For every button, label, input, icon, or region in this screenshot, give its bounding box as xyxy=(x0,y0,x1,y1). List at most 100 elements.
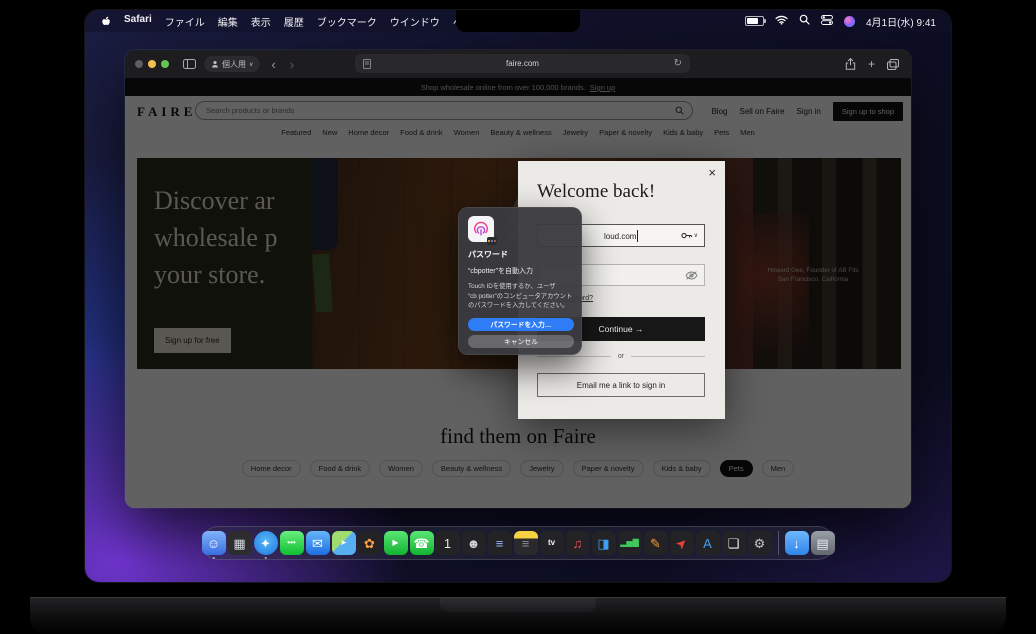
phone-glyph: ☎ xyxy=(413,537,429,550)
safari-toolbar: 個人用 ∨ ‹ › faire.com ↻ + xyxy=(125,50,911,79)
laptop-base xyxy=(30,597,1006,634)
menu-item-item-6[interactable]: ウインドウ xyxy=(390,14,440,29)
music-dock-icon[interactable]: ♫ xyxy=(566,531,590,555)
chevron-down-icon: ∨ xyxy=(249,61,253,68)
system-settings-dock-icon[interactable]: ⚙ xyxy=(748,531,772,555)
mail-glyph: ✉ xyxy=(312,537,323,550)
system-settings-glyph: ⚙ xyxy=(754,537,766,550)
url-text: faire.com xyxy=(506,59,539,68)
reminders-glyph: ≡ xyxy=(496,537,504,550)
contacts-dock-icon[interactable]: ☻ xyxy=(462,531,486,555)
apple-tv-glyph: tv xyxy=(548,539,555,547)
cancel-button[interactable]: キャンセル xyxy=(468,335,574,348)
pages-glyph: ✎ xyxy=(650,537,661,550)
forward-button[interactable]: › xyxy=(287,58,297,71)
finder-dock-icon[interactable]: ☺ xyxy=(202,531,226,555)
rocket-glyph: ➤ xyxy=(673,535,690,552)
mail-dock-icon[interactable]: ✉ xyxy=(306,531,330,555)
page-settings-icon[interactable] xyxy=(363,59,371,69)
app-store-glyph: A xyxy=(703,537,712,550)
notes-dock-icon[interactable]: ≡ xyxy=(514,531,538,555)
fingerprint-icon xyxy=(472,220,490,238)
profile-button[interactable]: 個人用 ∨ xyxy=(204,56,260,72)
copy-docs-glyph: ❏ xyxy=(728,537,740,550)
eye-slash-icon[interactable] xyxy=(685,271,698,280)
profile-label: 個人用 xyxy=(222,59,246,70)
menu-items: Safariファイル編集表示履歴ブックマークウインドウヘルプ xyxy=(124,14,483,29)
address-bar[interactable]: faire.com ↻ xyxy=(355,54,690,73)
calendar-glyph: 1 xyxy=(444,537,451,550)
photos-dock-icon[interactable]: ✿ xyxy=(358,531,382,555)
calendar-dock-icon[interactable]: 1 xyxy=(436,531,460,555)
messages-glyph: ••• xyxy=(287,539,295,547)
keynote-glyph: ◨ xyxy=(597,537,609,550)
search-icon[interactable] xyxy=(799,14,810,28)
dock-separator xyxy=(778,531,779,555)
phone-dock-icon[interactable]: ☎ xyxy=(410,531,434,555)
numbers-glyph: ▂▅▇ xyxy=(620,539,638,547)
trash-glyph: ▤ xyxy=(816,537,828,550)
new-tab-icon[interactable]: + xyxy=(868,58,875,70)
copy-docs-dock-icon[interactable]: ❏ xyxy=(722,531,746,555)
camera-notch xyxy=(456,10,580,32)
menu-bar-clock[interactable]: 4月1日(水) 9:41 xyxy=(866,14,936,29)
back-button[interactable]: ‹ xyxy=(268,58,278,71)
apple-tv-dock-icon[interactable]: tv xyxy=(540,531,564,555)
finder-glyph: ☺ xyxy=(207,537,220,550)
facetime-dock-icon[interactable]: ▶ xyxy=(384,531,408,555)
menu-bar-left: Safariファイル編集表示履歴ブックマークウインドウヘルプ xyxy=(100,14,483,29)
app-store-dock-icon[interactable]: A xyxy=(696,531,720,555)
zoom-window-button[interactable] xyxy=(161,60,169,68)
safari-running-dot xyxy=(264,557,267,560)
photos-glyph: ✿ xyxy=(364,537,375,550)
text-cursor xyxy=(637,230,638,242)
downloads-dock-icon[interactable]: ↓ xyxy=(785,531,809,555)
numbers-dock-icon[interactable]: ▂▅▇ xyxy=(618,531,642,555)
facetime-glyph: ▶ xyxy=(392,539,398,547)
tab-overview-icon[interactable] xyxy=(887,59,899,70)
passwords-key-icon[interactable]: ∨ xyxy=(681,231,698,240)
menu-item-item-2[interactable]: 編集 xyxy=(218,14,238,29)
wifi-icon[interactable] xyxy=(775,15,788,28)
minimize-window-button[interactable] xyxy=(148,60,156,68)
trash-dock-icon[interactable]: ▤ xyxy=(811,531,835,555)
messages-dock-icon[interactable]: ••• xyxy=(280,531,304,555)
close-icon[interactable]: × xyxy=(708,166,716,179)
siri-icon[interactable] xyxy=(844,16,855,27)
macbook-frame: Safariファイル編集表示履歴ブックマークウインドウヘルプ xyxy=(0,0,1036,634)
keynote-dock-icon[interactable]: ◨ xyxy=(592,531,616,555)
email-link-button[interactable]: Email me a link to sign in xyxy=(537,373,705,397)
person-icon xyxy=(211,60,219,68)
menu-bar-status: 4月1日(水) 9:41 xyxy=(745,14,936,29)
downloads-glyph: ↓ xyxy=(793,537,800,550)
safari-dock-icon[interactable]: ✦ xyxy=(254,531,278,555)
battery-icon[interactable] xyxy=(745,16,764,26)
share-icon[interactable] xyxy=(845,58,856,70)
dock: ☺ ▦ ✦ ••• ✉ ➤ ✿ ▶ ☎ 1 ☻ ≡ ≡ tv ♫ ◨ ▂▅▇ ✎ ➤ A ❏ ⚙ ↓ ▤ xyxy=(202,526,834,560)
apple-menu-icon[interactable] xyxy=(100,15,111,27)
finder-running-dot xyxy=(212,557,215,560)
rocket-dock-icon[interactable]: ➤ xyxy=(670,531,694,555)
maps-dock-icon[interactable]: ➤ xyxy=(332,531,356,555)
dialog-autofill-text: “cbpotter”を自動入力 xyxy=(468,266,574,276)
sidebar-icon[interactable] xyxy=(183,59,196,69)
launchpad-dock-icon[interactable]: ▦ xyxy=(228,531,252,555)
menu-item-safari[interactable]: Safari xyxy=(124,14,152,29)
reminders-dock-icon[interactable]: ≡ xyxy=(488,531,512,555)
launchpad-glyph: ▦ xyxy=(233,537,245,550)
safari-glyph: ✦ xyxy=(260,537,271,550)
control-center-icon[interactable] xyxy=(821,15,833,28)
close-window-button[interactable] xyxy=(135,60,143,68)
screen: Safariファイル編集表示履歴ブックマークウインドウヘルプ xyxy=(85,10,951,582)
enter-password-button[interactable]: パスワードを入力… xyxy=(468,318,574,331)
passwords-badge-icon xyxy=(487,237,497,245)
touch-id-dialog: パスワード “cbpotter”を自動入力 Touch IDを使用するか、ユーザ… xyxy=(458,207,582,355)
menu-item-item-1[interactable]: ファイル xyxy=(165,14,205,29)
menu-item-item-3[interactable]: 表示 xyxy=(251,14,271,29)
lid-notch xyxy=(440,598,596,612)
reload-icon[interactable]: ↻ xyxy=(674,58,682,69)
menu-item-item-4[interactable]: 履歴 xyxy=(284,14,304,29)
pages-dock-icon[interactable]: ✎ xyxy=(644,531,668,555)
music-glyph: ♫ xyxy=(573,537,583,550)
menu-item-item-5[interactable]: ブックマーク xyxy=(317,14,377,29)
